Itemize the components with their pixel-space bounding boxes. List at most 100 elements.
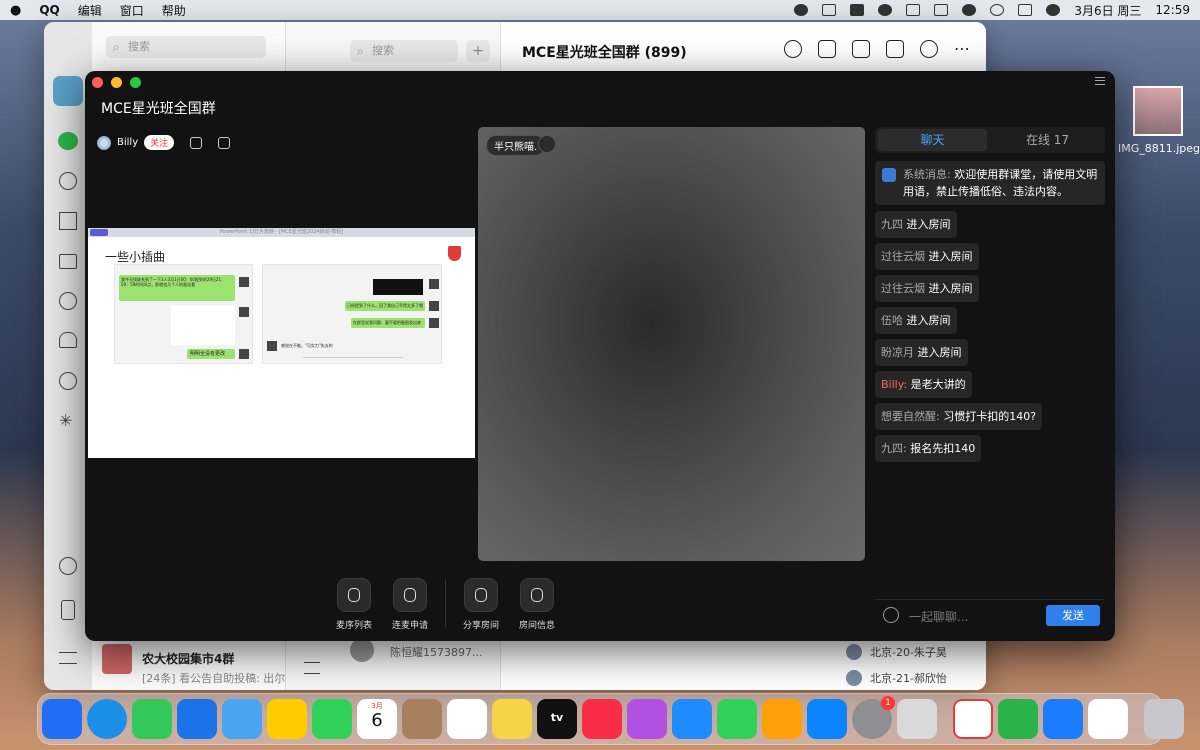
- siri-icon[interactable]: [1046, 4, 1061, 16]
- aperture-nav-icon[interactable]: [59, 292, 77, 310]
- apple-icon[interactable]: ●: [10, 3, 21, 18]
- safari-icon[interactable]: [87, 699, 127, 739]
- launchpad-icon[interactable]: [897, 699, 937, 739]
- menu-date[interactable]: 3月6日 周三: [1074, 2, 1141, 19]
- contacts-icon[interactable]: [402, 699, 442, 739]
- apps-grid-icon[interactable]: [886, 40, 904, 58]
- search-input[interactable]: 搜索: [106, 36, 266, 58]
- app-store-icon[interactable]: [807, 699, 847, 739]
- menu-time[interactable]: 12:59: [1155, 3, 1190, 17]
- send-button[interactable]: 发送: [1046, 605, 1100, 626]
- sparkle-nav-icon[interactable]: ✳: [59, 412, 77, 430]
- video-call-icon[interactable]: [818, 40, 836, 58]
- menu-edit[interactable]: 编辑: [78, 2, 102, 19]
- battery-icon[interactable]: [934, 4, 949, 16]
- wechat-icon[interactable]: [998, 699, 1038, 739]
- keynote-icon[interactable]: [672, 699, 712, 739]
- reminders-icon[interactable]: [447, 699, 487, 739]
- add-button[interactable]: +: [466, 40, 490, 62]
- mail-icon[interactable]: [177, 699, 217, 739]
- menu-help[interactable]: 帮助: [162, 2, 186, 19]
- screen-share-icon[interactable]: [852, 40, 870, 58]
- wps-status-icon[interactable]: [822, 4, 837, 16]
- desktop-file[interactable]: IMG_8811.jpeg: [1118, 86, 1200, 155]
- tab-chat[interactable]: 聊天: [878, 129, 987, 151]
- qq-icon[interactable]: [1088, 699, 1128, 739]
- maps-icon[interactable]: [222, 699, 262, 739]
- share-room-button[interactable]: [464, 578, 498, 612]
- spotlight-icon[interactable]: [990, 4, 1005, 16]
- trash-icon[interactable]: [1144, 699, 1184, 739]
- wechat-status-icon[interactable]: [878, 4, 893, 16]
- music-nav-icon[interactable]: [59, 557, 77, 575]
- wifi-icon[interactable]: [962, 4, 977, 16]
- apple-tv-icon[interactable]: tv: [537, 699, 577, 739]
- contacts-nav-icon[interactable]: [59, 172, 77, 190]
- file-thumbnail: [1133, 86, 1183, 136]
- finder-icon[interactable]: [42, 699, 82, 739]
- facetime-icon[interactable]: [312, 699, 352, 739]
- share-room-control[interactable]: 分享房间: [451, 578, 511, 631]
- menu-app-name[interactable]: QQ: [39, 3, 59, 17]
- messages-icon[interactable]: [132, 699, 172, 739]
- tab-online[interactable]: 在线 17: [993, 129, 1102, 151]
- room-info-button[interactable]: [520, 578, 554, 612]
- wps-icon[interactable]: [953, 699, 993, 739]
- dock: 3月 6 tv 1: [37, 693, 1184, 745]
- tv-label: tv: [550, 711, 564, 724]
- speaker-icon: [882, 168, 896, 182]
- mic-queue-control[interactable]: 麦序列表: [324, 578, 384, 631]
- add-circle-icon[interactable]: [920, 40, 938, 58]
- close-window-button[interactable]: [92, 77, 103, 88]
- chat-table: [171, 305, 235, 345]
- link-mic-control[interactable]: 连麦申请: [380, 578, 440, 631]
- chat-nav-icon[interactable]: [58, 132, 78, 150]
- traffic-lights: [92, 77, 141, 88]
- podcasts-icon[interactable]: [627, 699, 667, 739]
- emoji-icon[interactable]: [883, 607, 899, 623]
- group-last-message: [24条] 看公告自助投稿: 出尔...: [142, 672, 296, 685]
- minimize-window-button[interactable]: [111, 77, 122, 88]
- menu-nav-icon[interactable]: [59, 652, 77, 664]
- system-settings-icon[interactable]: 1: [852, 696, 895, 739]
- chat-input[interactable]: 一起聊聊...: [909, 608, 968, 625]
- menu-nav-icon-secondary[interactable]: [304, 662, 320, 674]
- control-center-icon[interactable]: [1018, 4, 1033, 16]
- video-feed[interactable]: 半只熊喵.: [478, 127, 865, 561]
- message-sender: 九四:: [881, 442, 907, 455]
- feishu-icon[interactable]: [1043, 699, 1083, 739]
- message-sender: 过往云烟: [881, 250, 925, 263]
- phone-icon[interactable]: [784, 40, 802, 58]
- butterfly-nav-icon[interactable]: [59, 332, 77, 348]
- home-icon: [531, 588, 543, 602]
- pages-icon[interactable]: [762, 699, 802, 739]
- avatar[interactable]: [53, 76, 83, 106]
- list-item[interactable]: 北京-21-郝欣怡: [846, 670, 947, 686]
- slide-logo: [448, 246, 461, 261]
- folder-nav-icon[interactable]: [59, 254, 77, 269]
- phone-nav-icon[interactable]: [61, 600, 75, 620]
- numbers-icon[interactable]: [717, 699, 757, 739]
- room-info-control[interactable]: 房间信息: [507, 578, 567, 631]
- follow-button[interactable]: 关注: [144, 135, 175, 150]
- input-method-icon[interactable]: [906, 4, 921, 16]
- more-icon[interactable]: ⋯: [954, 40, 970, 58]
- music-icon[interactable]: [582, 699, 622, 739]
- menu-window[interactable]: 窗口: [120, 2, 144, 19]
- calendar-icon[interactable]: 3月 6: [357, 699, 397, 739]
- fullscreen-window-button[interactable]: [130, 77, 141, 88]
- avatar[interactable]: [97, 135, 111, 150]
- star-nav-icon[interactable]: [59, 372, 77, 390]
- hamburger-menu-icon[interactable]: [1095, 77, 1105, 85]
- share-status-icon[interactable]: [850, 4, 865, 16]
- qq-status-icon[interactable]: [794, 4, 809, 16]
- box-nav-icon[interactable]: [59, 212, 77, 230]
- search-input-secondary[interactable]: 搜索: [350, 40, 458, 62]
- divider: [445, 579, 446, 627]
- photos-icon[interactable]: [267, 699, 307, 739]
- link-mic-button[interactable]: [393, 578, 427, 612]
- notes-icon[interactable]: [492, 699, 532, 739]
- mic-queue-button[interactable]: [337, 578, 371, 612]
- chat-bubble: 在群里说我问题，要不要把截图发出来: [351, 318, 425, 328]
- list-item[interactable]: 北京-20-朱子昊: [846, 644, 947, 660]
